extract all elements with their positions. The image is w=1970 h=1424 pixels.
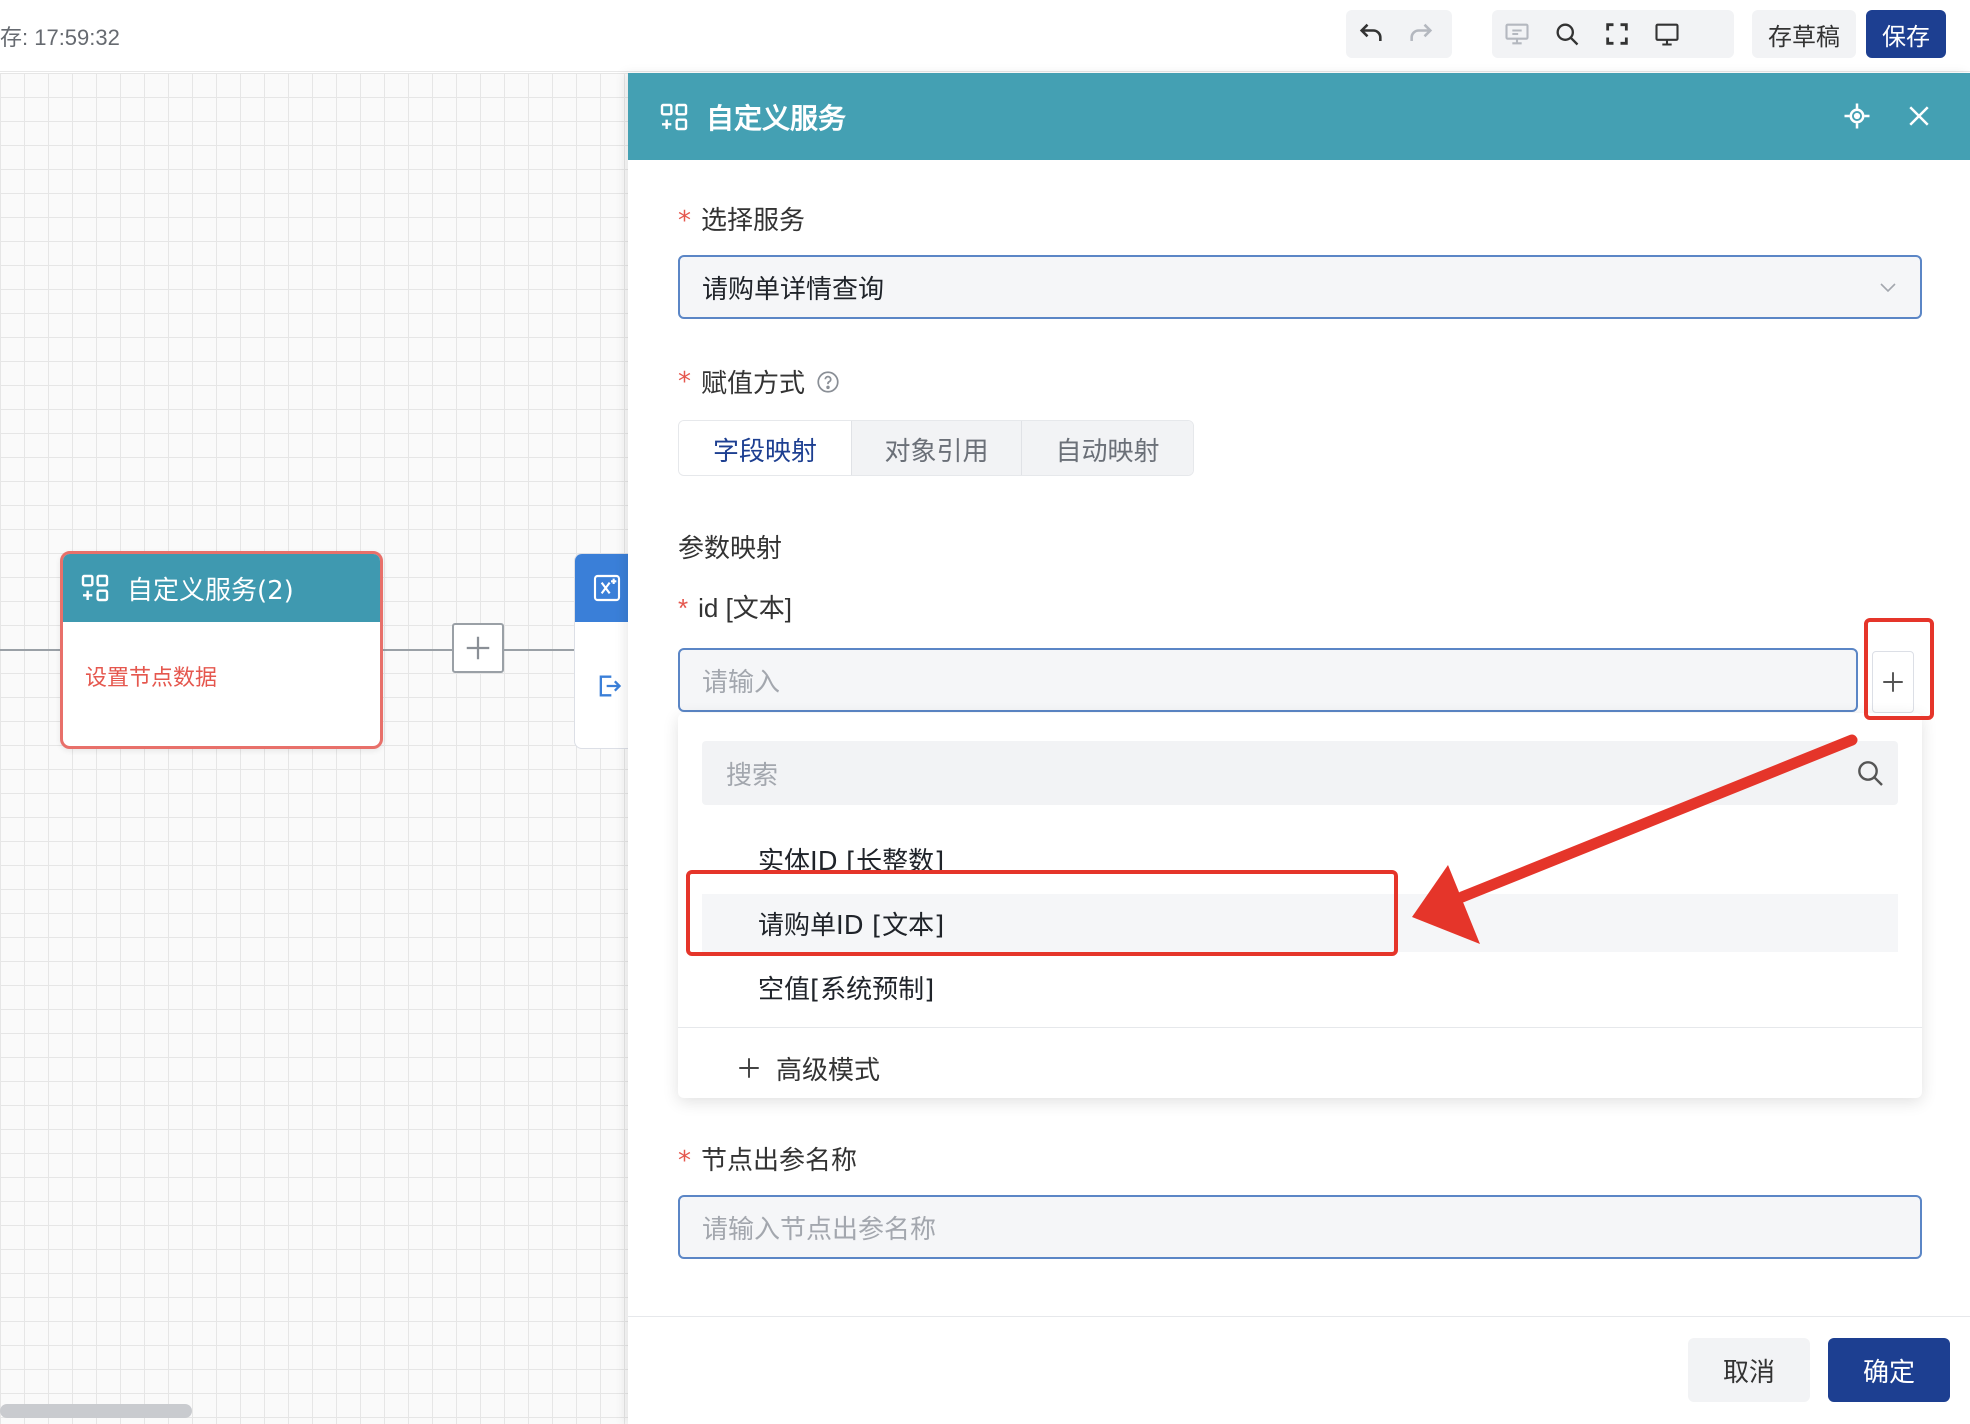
required-mark: * bbox=[678, 366, 691, 397]
node-body-text: 设置节点数据 bbox=[85, 666, 218, 691]
top-toolbar: 存: 17:59:32 存草稿 保存 bbox=[0, 0, 1970, 72]
drawer-title: 自定义服务 bbox=[706, 101, 847, 135]
assign-method-segmented: 字段映射 对象引用 自动映射 bbox=[678, 420, 1194, 476]
dropdown-divider bbox=[678, 1027, 1922, 1028]
history-group bbox=[1346, 10, 1452, 58]
node-title: 自定义服务(2) bbox=[127, 575, 294, 606]
dropdown-search-input[interactable]: 搜索 bbox=[702, 741, 1898, 805]
output-name-label: * 节点出参名称 bbox=[678, 1146, 858, 1176]
service-icon bbox=[660, 103, 688, 130]
save-button[interactable]: 保存 bbox=[1866, 10, 1946, 58]
next-node-header bbox=[575, 554, 628, 622]
required-mark: * bbox=[678, 1146, 691, 1176]
monitor-icon bbox=[1655, 23, 1679, 46]
search-icon bbox=[1556, 23, 1579, 46]
custom-service-node[interactable]: 自定义服务(2) 设置节点数据 bbox=[60, 551, 383, 749]
help-icon[interactable] bbox=[815, 369, 841, 395]
assign-label: * 赋值方式 bbox=[678, 363, 841, 400]
advanced-mode-label: 高级模式 bbox=[776, 1055, 881, 1086]
required-mark: * bbox=[678, 593, 689, 623]
chevron-down-icon bbox=[1876, 275, 1900, 306]
param-id-placeholder: 请输入 bbox=[702, 667, 781, 698]
close-icon bbox=[1909, 106, 1929, 126]
undo-button[interactable] bbox=[1346, 10, 1396, 58]
param-mapping-title: 参数映射 bbox=[678, 534, 783, 564]
search-icon bbox=[1854, 757, 1886, 796]
custom-service-drawer: 自定义服务 * 选择服务 请购单详情查询 * 赋值方式 字段映射 对象引用 自动映射… bbox=[628, 73, 1970, 1424]
autosave-time: 存: 17:59:32 bbox=[0, 25, 120, 50]
close-button[interactable] bbox=[1904, 101, 1934, 135]
service-label: * 选择服务 bbox=[678, 206, 806, 236]
redo-button[interactable] bbox=[1396, 10, 1446, 58]
cancel-button[interactable]: 取消 bbox=[1688, 1338, 1810, 1402]
dropdown-item-null-value[interactable]: 空值[系统预制] bbox=[678, 958, 1898, 1016]
monitor-button[interactable] bbox=[1642, 10, 1692, 58]
service-select-value: 请购单详情查询 bbox=[702, 274, 885, 305]
search-placeholder: 搜索 bbox=[726, 760, 779, 791]
undo-icon bbox=[1359, 23, 1382, 41]
edge-out-2 bbox=[504, 649, 576, 651]
next-node-card[interactable] bbox=[574, 553, 628, 749]
add-node-button[interactable] bbox=[452, 623, 504, 673]
locate-icon bbox=[1844, 103, 1870, 129]
output-name-input[interactable]: 请输入节点出参名称 bbox=[678, 1195, 1922, 1259]
redo-icon bbox=[1410, 23, 1433, 41]
annotation-box-selected-item bbox=[686, 870, 1398, 956]
fullscreen-icon bbox=[1606, 23, 1628, 45]
footer-divider bbox=[628, 1316, 1970, 1317]
plus-icon bbox=[739, 1058, 759, 1078]
required-mark: * bbox=[678, 206, 691, 236]
param-id-label: * id [文本] bbox=[678, 593, 793, 623]
horizontal-scrollbar[interactable] bbox=[0, 1404, 192, 1418]
exit-icon bbox=[595, 672, 623, 704]
plus-icon bbox=[466, 636, 490, 660]
view-group bbox=[1492, 10, 1734, 58]
annotation-box-add-button bbox=[1864, 618, 1934, 720]
locate-button[interactable] bbox=[1842, 101, 1872, 135]
edge-out-1 bbox=[383, 649, 453, 651]
param-id-input[interactable]: 请输入 bbox=[678, 648, 1858, 712]
save-draft-button[interactable]: 存草稿 bbox=[1752, 10, 1856, 58]
tab-field-mapping[interactable]: 字段映射 bbox=[679, 421, 851, 475]
variable-icon bbox=[593, 574, 621, 602]
service-select[interactable]: 请购单详情查询 bbox=[678, 255, 1922, 319]
confirm-button[interactable]: 确定 bbox=[1828, 1338, 1950, 1402]
tab-auto-mapping[interactable]: 自动映射 bbox=[1021, 421, 1193, 475]
service-icon bbox=[81, 574, 109, 602]
drawer-header: 自定义服务 bbox=[628, 73, 1970, 160]
advanced-mode-button[interactable]: 高级模式 bbox=[736, 1043, 880, 1093]
node-header: 自定义服务(2) bbox=[63, 554, 380, 622]
search-button[interactable] bbox=[1542, 10, 1592, 58]
fullscreen-button[interactable] bbox=[1592, 10, 1642, 58]
preview-button[interactable] bbox=[1492, 10, 1542, 58]
edge-in bbox=[0, 649, 62, 651]
tab-object-reference[interactable]: 对象引用 bbox=[851, 421, 1021, 475]
flow-canvas[interactable]: 自定义服务(2) 设置节点数据 bbox=[0, 73, 628, 1424]
preview-icon bbox=[1505, 23, 1529, 45]
output-name-placeholder: 请输入节点出参名称 bbox=[702, 1214, 937, 1245]
